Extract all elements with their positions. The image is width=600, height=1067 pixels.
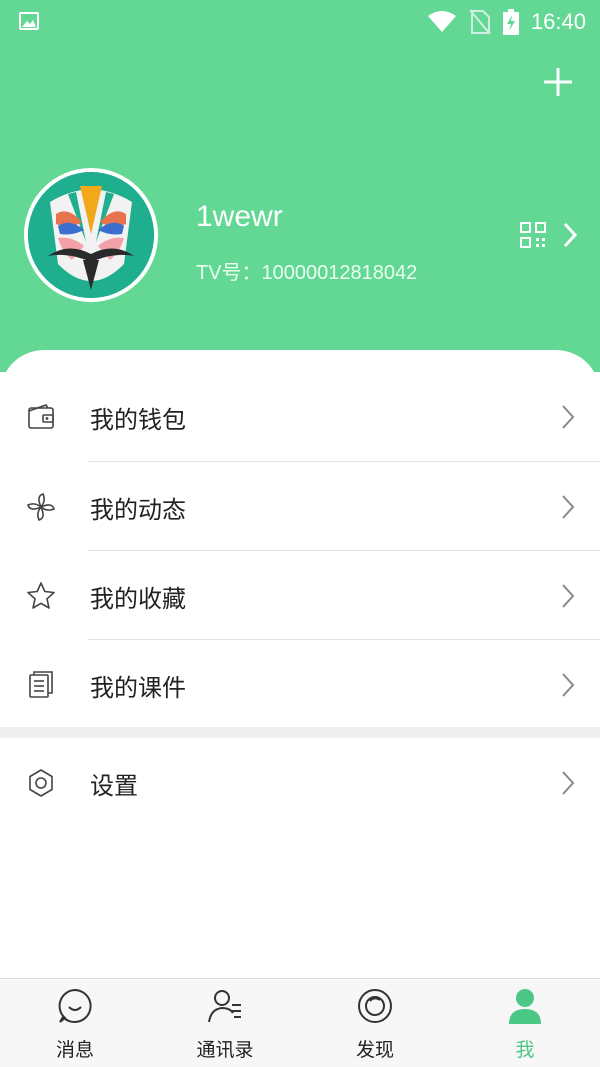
mask-avatar-icon <box>28 172 154 298</box>
battery-charging-icon <box>502 9 519 35</box>
clock-time: 16:40 <box>530 9 586 34</box>
tab-me[interactable]: 我 <box>450 979 600 1067</box>
chevron-right-icon <box>562 584 575 608</box>
menu-item-wallet[interactable]: 我的钱包 <box>0 372 600 461</box>
qr-code-icon[interactable] <box>520 222 546 248</box>
tab-label-messages: 消息 <box>55 1039 94 1061</box>
menu-item-settings[interactable]: 设置 <box>0 738 600 827</box>
tab-label-contacts: 通讯录 <box>196 1039 254 1061</box>
discover-icon <box>358 989 392 1023</box>
menu-item-courseware[interactable]: 我的课件 <box>0 640 600 729</box>
menu-item-favorites[interactable]: 我的收藏 <box>0 551 600 640</box>
image-notification-icon <box>19 12 39 30</box>
tab-label-me: 我 <box>515 1039 535 1061</box>
bottom-tab-bar: 消息 通讯录 发现 我 <box>0 978 600 1067</box>
tab-messages[interactable]: 消息 <box>0 979 150 1067</box>
menu-item-moments[interactable]: 我的动态 <box>0 462 600 551</box>
chevron-right-icon[interactable] <box>560 222 580 248</box>
chevron-right-icon <box>562 771 575 795</box>
tv-id: TV号：10000012818042 <box>196 262 418 284</box>
star-icon <box>27 582 55 609</box>
add-plus-icon[interactable] <box>540 64 576 100</box>
menu-label-settings: 设置 <box>90 772 138 800</box>
hexagon-settings-icon <box>29 769 53 797</box>
pinwheel-icon <box>27 493 55 521</box>
no-sim-icon <box>469 9 491 35</box>
wallet-icon <box>28 404 54 429</box>
avatar[interactable] <box>24 168 158 302</box>
status-bar: 16:40 <box>0 0 600 44</box>
menu-label-wallet: 我的钱包 <box>90 406 186 434</box>
chevron-right-icon <box>562 405 575 429</box>
tab-label-discover: 发现 <box>355 1039 394 1061</box>
person-icon <box>509 989 541 1024</box>
tab-contacts[interactable]: 通讯录 <box>150 979 300 1067</box>
chevron-right-icon <box>562 673 575 697</box>
document-icon <box>29 671 53 698</box>
contacts-icon <box>208 990 241 1023</box>
chevron-right-icon <box>562 495 575 519</box>
chat-bubble-icon <box>58 988 92 1023</box>
tab-discover[interactable]: 发现 <box>300 979 450 1067</box>
menu-label-favorites: 我的收藏 <box>90 585 186 613</box>
menu-label-moments: 我的动态 <box>90 496 186 524</box>
wifi-icon <box>427 11 456 32</box>
menu-label-courseware: 我的课件 <box>90 674 186 702</box>
username: 1wewr <box>196 200 283 233</box>
